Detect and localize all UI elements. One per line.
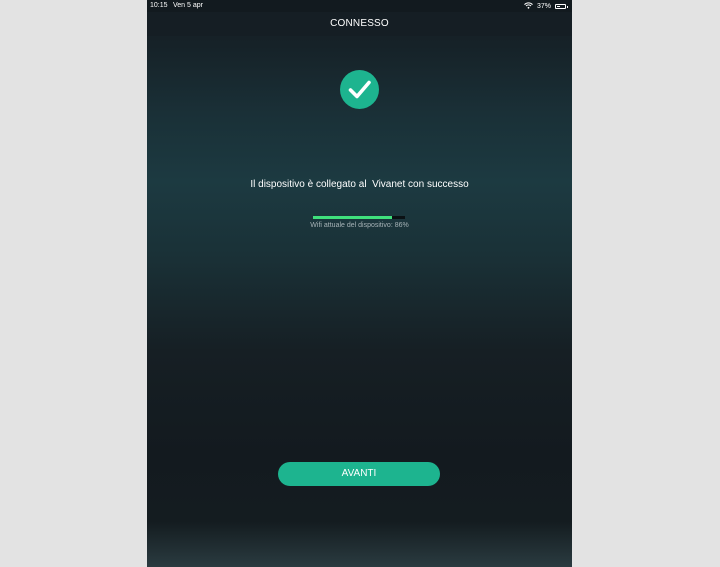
status-time: 10:15 [150,2,168,9]
next-button[interactable]: AVANTI [278,462,440,486]
battery-level [557,5,560,7]
wifi-signal-label: Wifi attuale del dispositivo: 86% [310,222,409,229]
app-screen: 10:15 Ven 5 apr 37% CONNESSO Il disposit… [147,0,572,567]
battery-icon [555,3,568,9]
checkmark-circle-icon [340,70,379,109]
status-bar: 10:15 Ven 5 apr 37% [147,0,572,12]
status-indicators: 37% [524,1,568,11]
wifi-signal-bar [313,216,405,219]
status-date: Ven 5 apr [173,2,203,9]
battery-percent: 37% [536,2,551,10]
page-title: CONNESSO [330,18,389,29]
navigation-bar: CONNESSO [147,12,572,36]
wifi-icon [524,1,533,11]
wifi-signal-fill [313,216,393,219]
success-message: Il dispositivo è collegato al Vivanet co… [250,179,469,190]
battery-tip [567,5,568,8]
